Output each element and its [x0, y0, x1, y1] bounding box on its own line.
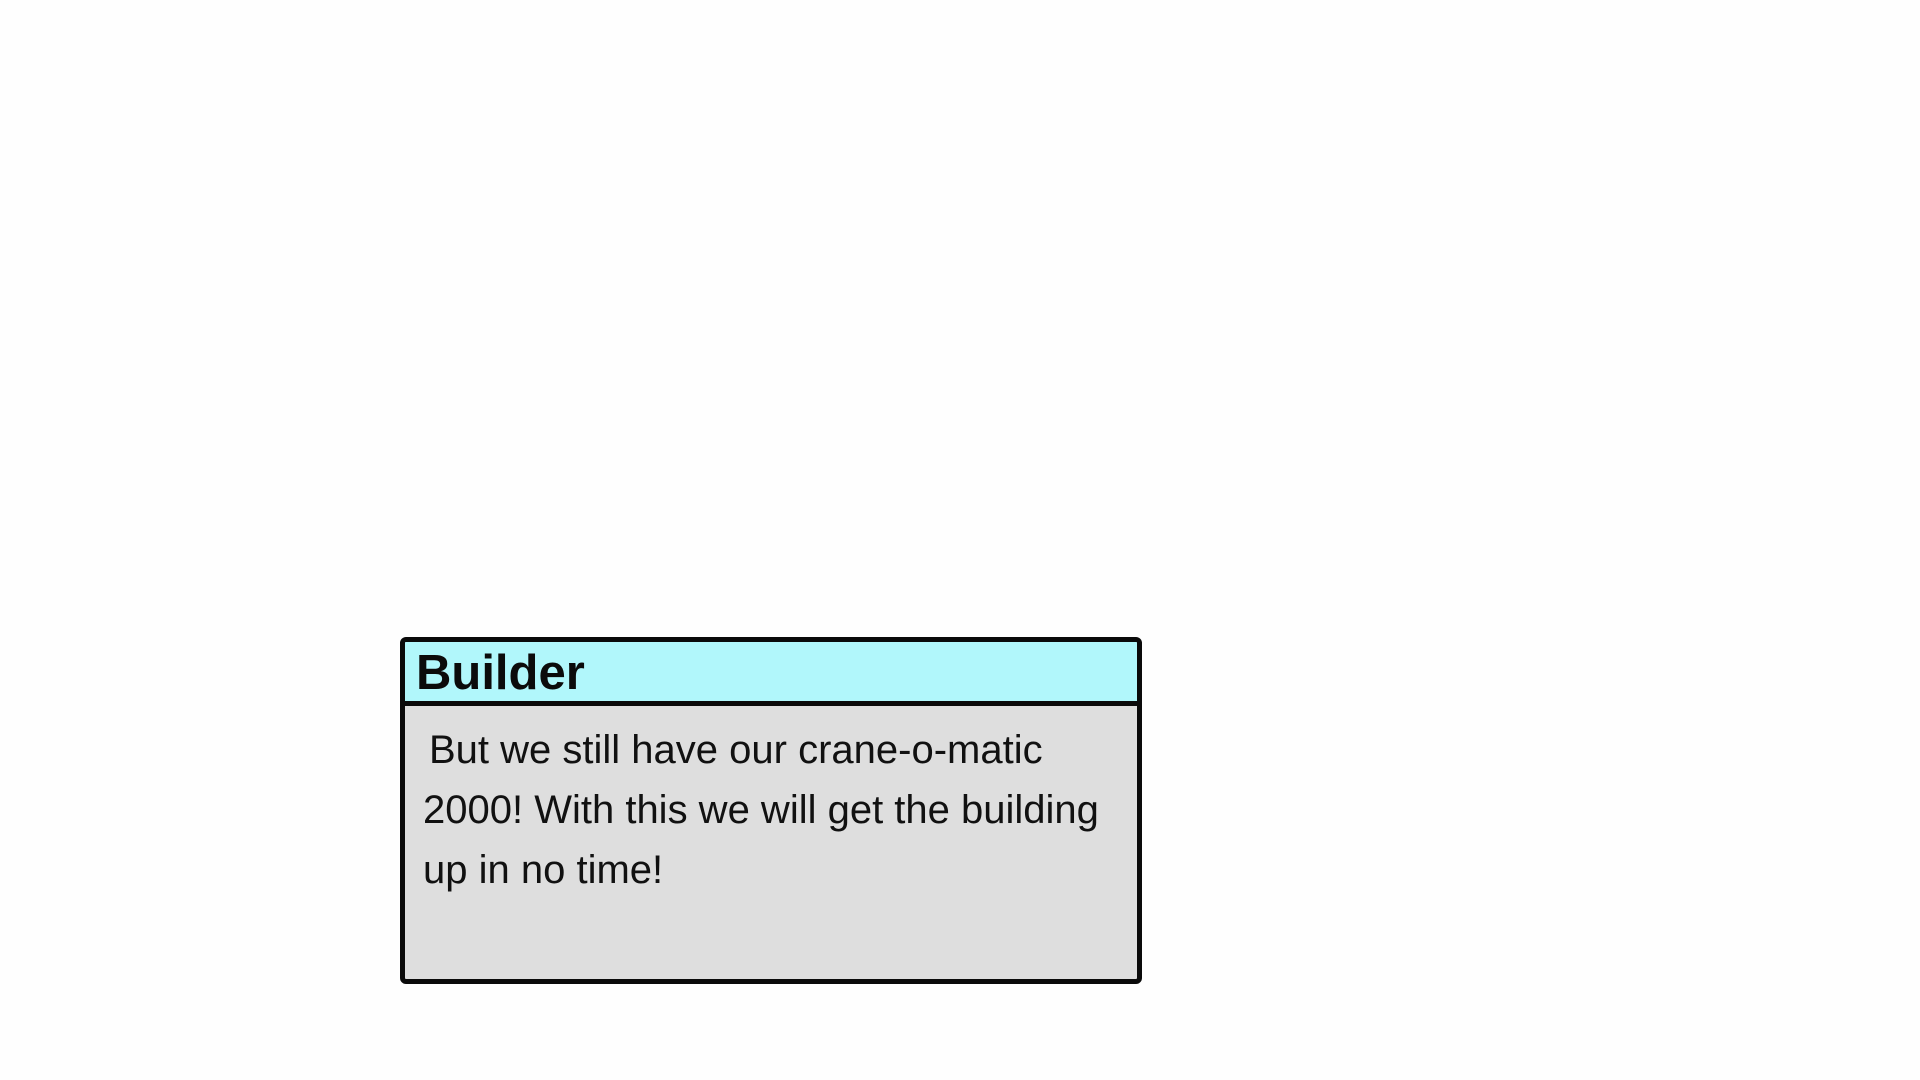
speaker-name-bar: Builder	[405, 642, 1137, 706]
dialog-text: But we still have our crane-o-matic 2000…	[423, 728, 1099, 892]
game-scene: Builder But we still have our crane-o-ma…	[0, 0, 1920, 1080]
dialog-box[interactable]: Builder But we still have our crane-o-ma…	[400, 637, 1142, 984]
speaker-name: Builder	[416, 646, 585, 700]
